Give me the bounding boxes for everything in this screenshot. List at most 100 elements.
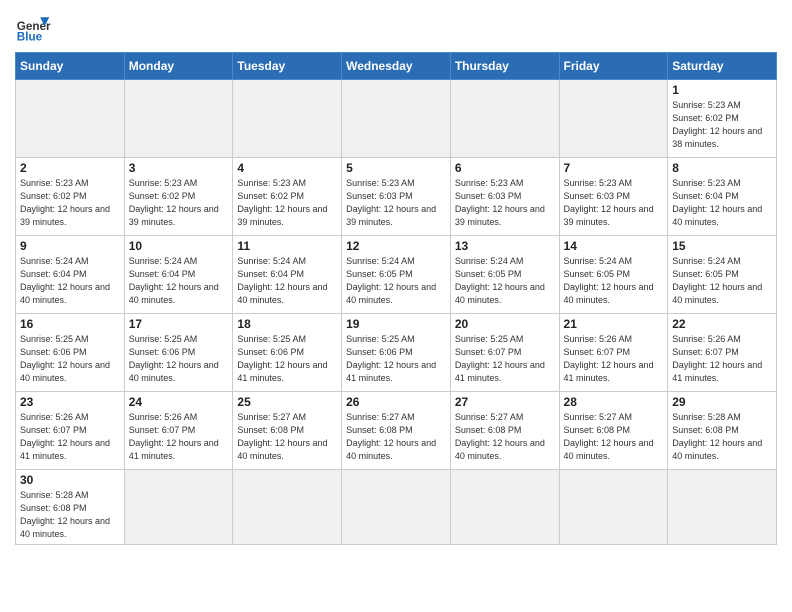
day-header-tuesday: Tuesday	[233, 53, 342, 80]
calendar-cell: 21 Sunrise: 5:26 AMSunset: 6:07 PMDayligh…	[559, 314, 668, 392]
calendar-cell	[124, 80, 233, 158]
calendar-cell: 17 Sunrise: 5:25 AMSunset: 6:06 PMDayligh…	[124, 314, 233, 392]
calendar-cell: 5 Sunrise: 5:23 AMSunset: 6:03 PMDaylight…	[342, 158, 451, 236]
week-row: 9 Sunrise: 5:24 AMSunset: 6:04 PMDaylight…	[16, 236, 777, 314]
day-number: 26	[346, 395, 446, 409]
day-number: 11	[237, 239, 337, 253]
sun-info: Sunrise: 5:27 AMSunset: 6:08 PMDaylight:…	[346, 411, 446, 463]
sun-info: Sunrise: 5:24 AMSunset: 6:05 PMDaylight:…	[564, 255, 664, 307]
sun-info: Sunrise: 5:26 AMSunset: 6:07 PMDaylight:…	[20, 411, 120, 463]
calendar-cell: 13 Sunrise: 5:24 AMSunset: 6:05 PMDayligh…	[450, 236, 559, 314]
calendar-cell: 26 Sunrise: 5:27 AMSunset: 6:08 PMDayligh…	[342, 392, 451, 470]
sun-info: Sunrise: 5:28 AMSunset: 6:08 PMDaylight:…	[672, 411, 772, 463]
calendar-cell: 23 Sunrise: 5:26 AMSunset: 6:07 PMDayligh…	[16, 392, 125, 470]
sun-info: Sunrise: 5:27 AMSunset: 6:08 PMDaylight:…	[237, 411, 337, 463]
sun-info: Sunrise: 5:23 AMSunset: 6:03 PMDaylight:…	[346, 177, 446, 229]
sun-info: Sunrise: 5:25 AMSunset: 6:06 PMDaylight:…	[346, 333, 446, 385]
sun-info: Sunrise: 5:25 AMSunset: 6:06 PMDaylight:…	[237, 333, 337, 385]
day-number: 14	[564, 239, 664, 253]
calendar-cell: 4Sunrise: 5:23 AMSunset: 6:02 PMDaylight…	[233, 158, 342, 236]
day-number: 28	[564, 395, 664, 409]
week-row: 23 Sunrise: 5:26 AMSunset: 6:07 PMDayligh…	[16, 392, 777, 470]
sun-info: Sunrise: 5:26 AMSunset: 6:07 PMDaylight:…	[672, 333, 772, 385]
sun-info: Sunrise: 5:23 AMSunset: 6:03 PMDaylight:…	[455, 177, 555, 229]
sun-info: Sunrise: 5:23 AMSunset: 6:02 PMDaylight:…	[129, 177, 229, 229]
calendar-cell	[559, 470, 668, 545]
day-number: 12	[346, 239, 446, 253]
sun-info: Sunrise: 5:25 AMSunset: 6:06 PMDaylight:…	[129, 333, 229, 385]
day-number: 22	[672, 317, 772, 331]
calendar-cell: 15 Sunrise: 5:24 AMSunset: 6:05 PMDayligh…	[668, 236, 777, 314]
calendar-cell	[450, 80, 559, 158]
day-number: 23	[20, 395, 120, 409]
sun-info: Sunrise: 5:27 AMSunset: 6:08 PMDaylight:…	[455, 411, 555, 463]
calendar-cell: 6 Sunrise: 5:23 AMSunset: 6:03 PMDaylight…	[450, 158, 559, 236]
sun-info: Sunrise: 5:27 AMSunset: 6:08 PMDaylight:…	[564, 411, 664, 463]
day-number: 8	[672, 161, 772, 175]
day-header-thursday: Thursday	[450, 53, 559, 80]
sun-info: Sunrise: 5:24 AMSunset: 6:05 PMDaylight:…	[346, 255, 446, 307]
header-row: SundayMondayTuesdayWednesdayThursdayFrid…	[16, 53, 777, 80]
calendar-cell	[16, 80, 125, 158]
sun-info: Sunrise: 5:23 AMSunset: 6:02 PMDaylight:…	[672, 99, 772, 151]
logo-icon: General Blue	[15, 10, 51, 46]
calendar-cell: 8 Sunrise: 5:23 AMSunset: 6:04 PMDaylight…	[668, 158, 777, 236]
calendar-cell: 7 Sunrise: 5:23 AMSunset: 6:03 PMDaylight…	[559, 158, 668, 236]
calendar-cell: 19 Sunrise: 5:25 AMSunset: 6:06 PMDayligh…	[342, 314, 451, 392]
sun-info: Sunrise: 5:23 AMSunset: 6:02 PMDaylight:…	[20, 177, 120, 229]
sun-info: Sunrise: 5:25 AMSunset: 6:07 PMDaylight:…	[455, 333, 555, 385]
calendar-cell: 14 Sunrise: 5:24 AMSunset: 6:05 PMDayligh…	[559, 236, 668, 314]
sun-info: Sunrise: 5:24 AMSunset: 6:04 PMDaylight:…	[20, 255, 120, 307]
calendar-cell: 1Sunrise: 5:23 AMSunset: 6:02 PMDaylight…	[668, 80, 777, 158]
day-number: 29	[672, 395, 772, 409]
day-number: 10	[129, 239, 229, 253]
calendar-cell	[450, 470, 559, 545]
week-row: 2 Sunrise: 5:23 AMSunset: 6:02 PMDaylight…	[16, 158, 777, 236]
sun-info: Sunrise: 5:23 AMSunset: 6:04 PMDaylight:…	[672, 177, 772, 229]
sun-info: Sunrise: 5:26 AMSunset: 6:07 PMDaylight:…	[129, 411, 229, 463]
calendar-cell: 9 Sunrise: 5:24 AMSunset: 6:04 PMDaylight…	[16, 236, 125, 314]
calendar-cell	[124, 470, 233, 545]
calendar-cell	[342, 80, 451, 158]
sun-info: Sunrise: 5:24 AMSunset: 6:05 PMDaylight:…	[672, 255, 772, 307]
calendar-cell: 16Sunrise: 5:25 AMSunset: 6:06 PMDayligh…	[16, 314, 125, 392]
day-number: 9	[20, 239, 120, 253]
day-number: 7	[564, 161, 664, 175]
day-number: 24	[129, 395, 229, 409]
day-number: 15	[672, 239, 772, 253]
calendar-cell: 27 Sunrise: 5:27 AMSunset: 6:08 PMDayligh…	[450, 392, 559, 470]
logo: General Blue	[15, 10, 55, 46]
calendar-cell: 22 Sunrise: 5:26 AMSunset: 6:07 PMDayligh…	[668, 314, 777, 392]
day-number: 17	[129, 317, 229, 331]
day-number: 20	[455, 317, 555, 331]
sun-info: Sunrise: 5:26 AMSunset: 6:07 PMDaylight:…	[564, 333, 664, 385]
sun-info: Sunrise: 5:24 AMSunset: 6:04 PMDaylight:…	[237, 255, 337, 307]
day-number: 27	[455, 395, 555, 409]
day-number: 19	[346, 317, 446, 331]
day-number: 6	[455, 161, 555, 175]
header: General Blue	[15, 10, 777, 46]
calendar-cell: 18 Sunrise: 5:25 AMSunset: 6:06 PMDayligh…	[233, 314, 342, 392]
day-header-wednesday: Wednesday	[342, 53, 451, 80]
day-header-friday: Friday	[559, 53, 668, 80]
calendar-cell: 11 Sunrise: 5:24 AMSunset: 6:04 PMDayligh…	[233, 236, 342, 314]
day-header-monday: Monday	[124, 53, 233, 80]
sun-info: Sunrise: 5:24 AMSunset: 6:05 PMDaylight:…	[455, 255, 555, 307]
calendar-cell: 24 Sunrise: 5:26 AMSunset: 6:07 PMDayligh…	[124, 392, 233, 470]
day-header-sunday: Sunday	[16, 53, 125, 80]
day-number: 21	[564, 317, 664, 331]
calendar-cell: 30Sunrise: 5:28 AMSunset: 6:08 PMDayligh…	[16, 470, 125, 545]
day-number: 2	[20, 161, 120, 175]
day-number: 13	[455, 239, 555, 253]
week-row: 16 Sunrise: 5:25 AMSunset: 6:06 PMDayligh…	[16, 314, 777, 392]
calendar-cell	[342, 470, 451, 545]
sun-info: Sunrise: 5:24 AMSunset: 6:04 PMDaylight:…	[129, 255, 229, 307]
day-number: 18	[237, 317, 337, 331]
sun-info: Sunrise: 5:23 AMSunset: 6:03 PMDaylight:…	[564, 177, 664, 229]
calendar-cell: 2 Sunrise: 5:23 AMSunset: 6:02 PMDaylight…	[16, 158, 125, 236]
day-number: 16	[20, 317, 120, 331]
calendar-cell: 10 Sunrise: 5:24 AMSunset: 6:04 PMDayligh…	[124, 236, 233, 314]
sun-info: Sunrise: 5:28 AMSunset: 6:08 PMDaylight:…	[20, 489, 120, 541]
day-number: 5	[346, 161, 446, 175]
calendar-table: SundayMondayTuesdayWednesdayThursdayFrid…	[15, 52, 777, 545]
